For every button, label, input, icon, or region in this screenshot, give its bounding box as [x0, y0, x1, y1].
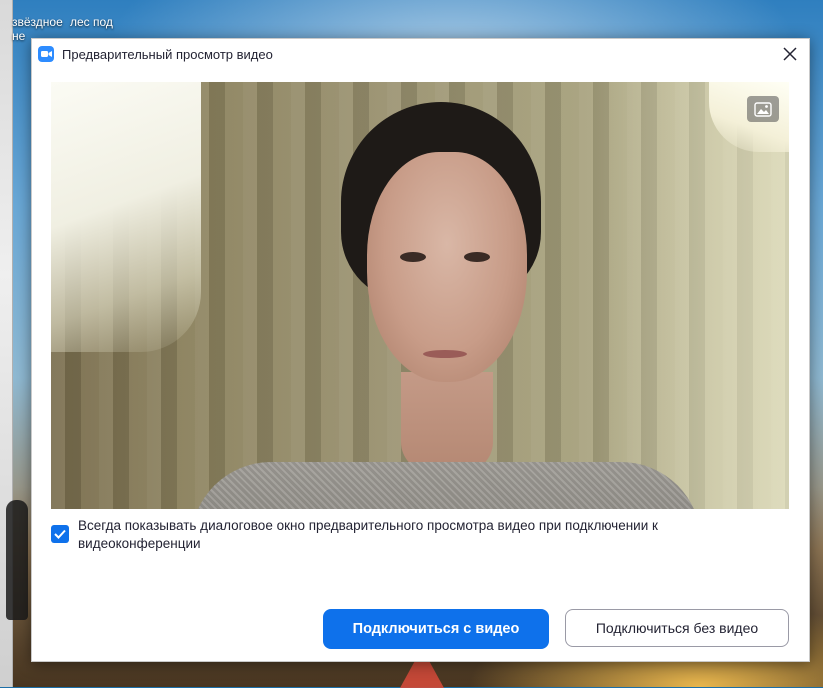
sheer-curtain-left	[51, 82, 201, 352]
check-icon	[54, 529, 66, 539]
desktop-icon-label[interactable]: звёздное	[12, 15, 63, 29]
join-with-video-button[interactable]: Подключиться с видео	[323, 609, 549, 649]
always-show-preview-row: Всегда показывать диалоговое окно предва…	[51, 515, 791, 553]
join-without-video-button[interactable]: Подключиться без видео	[565, 609, 789, 647]
person-neck	[401, 372, 493, 472]
person-eye	[464, 252, 490, 262]
camera-preview	[51, 82, 789, 509]
close-button[interactable]	[779, 43, 801, 65]
zoom-camera-icon	[38, 46, 54, 62]
person-eye	[400, 252, 426, 262]
always-show-preview-checkbox[interactable]	[51, 525, 69, 543]
person-face	[367, 152, 527, 382]
desktop-icon-label[interactable]: лес под	[70, 15, 113, 29]
close-icon	[783, 47, 797, 61]
virtual-background-icon	[754, 101, 772, 117]
person-sweater	[191, 462, 701, 509]
wallpaper-figure	[6, 500, 28, 620]
dialog-title: Предварительный просмотр видео	[62, 46, 273, 62]
person-mouth	[423, 350, 467, 358]
desktop-icon-label[interactable]: не	[12, 29, 25, 43]
virtual-background-button[interactable]	[747, 96, 779, 122]
always-show-preview-label[interactable]: Всегда показывать диалоговое окно предва…	[78, 517, 783, 553]
dialog-titlebar[interactable]: Предварительный просмотр видео	[32, 39, 809, 69]
video-preview-dialog: Предварительный просмотр видео Всегда по…	[31, 38, 810, 662]
